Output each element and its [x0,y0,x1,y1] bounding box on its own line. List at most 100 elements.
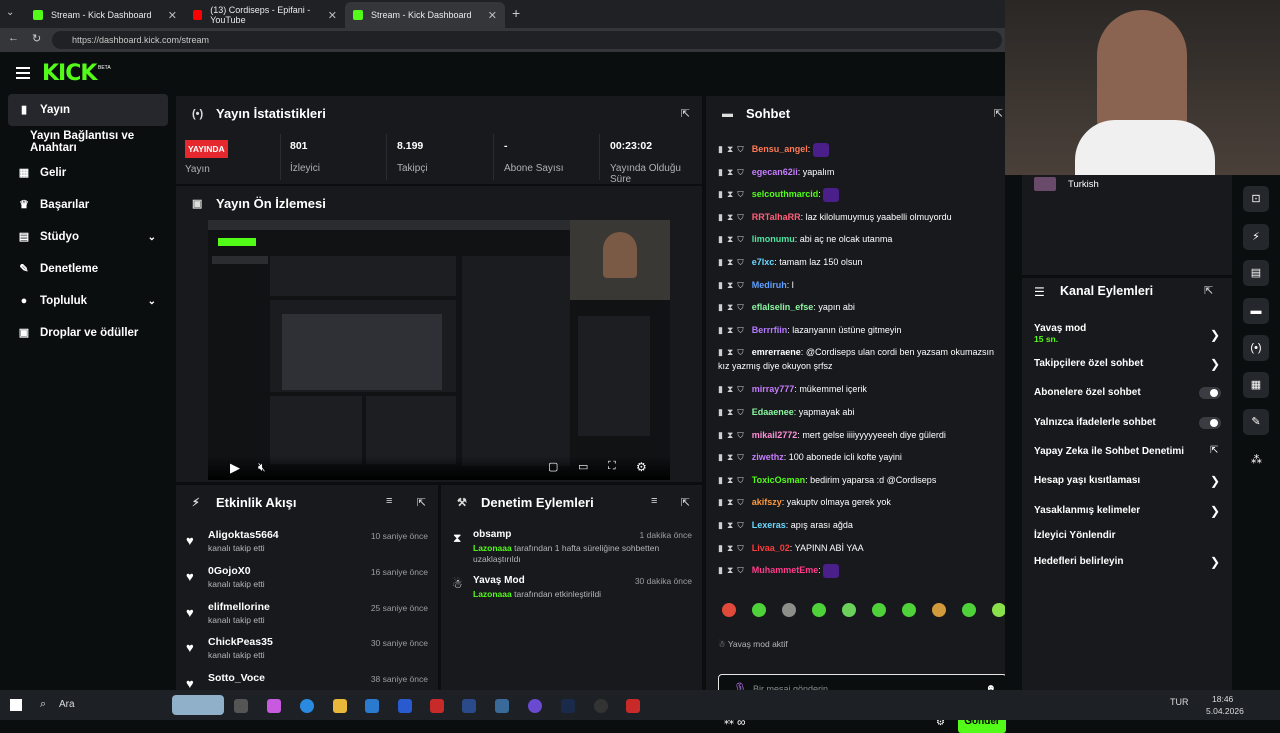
sidebar-item-droplar[interactable]: ▣ Droplar ve ödüller [8,317,168,349]
chat-username[interactable]: selcouthmarcid [752,189,819,199]
emote-icon[interactable] [962,603,976,617]
mod-action-icons[interactable]: ▮⧗⛉ [718,187,748,201]
acrobat-icon[interactable] [430,699,444,713]
steam-icon[interactable] [561,699,575,713]
action-slow-mode[interactable]: Yavaş mod 15 sn. [1034,323,1086,344]
reload-icon[interactable]: ↻ [32,32,41,45]
chat-username[interactable]: Bensu_angel [752,144,808,154]
chat-bubble-icon[interactable]: ▬ [1243,298,1269,324]
notes-icon[interactable]: ▤ [1243,260,1269,286]
chevron-right-icon[interactable]: ❯ [1210,474,1220,488]
url-field[interactable]: https://dashboard.kick.com/stream [52,31,1002,49]
sidebar-item-basarilar[interactable]: ♛ Başarılar [8,189,168,221]
moderator-name[interactable]: Lazonaaa [473,543,512,553]
meta-icon[interactable] [462,699,476,713]
chevron-right-icon[interactable]: ❯ [1210,555,1220,569]
mod-action-icons[interactable]: ▮⧗⛉ [718,165,748,179]
tab-list-icon[interactable]: ⌄ [6,7,14,18]
wrench-icon[interactable]: ✎ [1243,409,1269,435]
stream-video-player[interactable]: ▶ 🔇︎ ▢ ▭ ⛶ ⚙︎ [208,220,670,480]
emote-icon[interactable] [812,603,826,617]
taskbar-date[interactable]: 5.04.2026 [1206,706,1244,716]
activity-username[interactable]: Sotto_Voce [208,672,265,684]
subscribers-only-toggle[interactable] [1199,387,1221,399]
mod-action-icons[interactable]: ▮⧗⛉ [718,210,748,224]
weather-widget[interactable] [172,695,224,715]
bolt-icon[interactable]: ⚡︎ [1243,224,1269,250]
browser-tab-3[interactable]: Stream - Kick Dashboard ✕ [345,2,505,28]
external-link-icon[interactable]: ⇱ [1210,445,1218,456]
taskbar-language[interactable]: TUR [1170,697,1189,707]
activity-username[interactable]: ChickPeas35 [208,636,273,648]
kick-logo[interactable]: KICK [42,61,97,86]
mod-action-icons[interactable]: ▮⧗⛉ [718,300,748,314]
emote-icon[interactable] [872,603,886,617]
mod-action-icons[interactable]: ▮⧗⛉ [718,450,748,464]
chat-username[interactable]: e7lxc [752,257,775,267]
action-account-age[interactable]: Hesap yaşı kısıtlaması [1034,475,1140,486]
filter-icon[interactable]: ≡ [386,495,392,507]
chat-username[interactable]: mikail2772 [752,430,798,440]
mod-action-icons[interactable]: ▮⧗⛉ [718,278,748,292]
emote-icon[interactable] [752,603,766,617]
broadcast-icon[interactable]: (•) [1243,335,1269,361]
play-icon[interactable]: ▶ [230,460,240,476]
menu-icon[interactable] [16,67,30,79]
activity-username[interactable]: elifmellorine [208,601,270,613]
chat-username[interactable]: RRTalhaRR [752,212,801,222]
emote-icon[interactable] [992,603,1006,617]
mod-action-icons[interactable]: ▮⧗⛉ [718,541,748,555]
emote-icon[interactable] [902,603,916,617]
chat-username[interactable]: limonumu [752,234,795,244]
taskbar-search[interactable]: Ara [59,699,75,710]
chat-username[interactable]: Berrrfiin [752,325,788,335]
moderator-name[interactable]: Lazonaaa [473,589,512,599]
popout-icon[interactable]: ⇱ [994,107,1003,120]
record-icon[interactable]: ⊡ [1243,186,1269,212]
search-icon[interactable]: ⌕ [40,698,46,711]
emotes-only-toggle[interactable] [1199,417,1221,429]
activity-username[interactable]: Aligoktas5664 [208,529,279,541]
sidebar-item-gelir[interactable]: ▦ Gelir [8,157,168,189]
chat-username[interactable]: akifszy [752,497,782,507]
chevron-right-icon[interactable]: ❯ [1210,328,1220,342]
new-tab-button[interactable]: + [512,5,520,21]
action-goals[interactable]: Hedefleri belirleyin [1034,556,1123,567]
chat-username[interactable]: eflalselin_efse [752,302,814,312]
settings-icon[interactable]: ⚙︎ [636,460,647,474]
emote-icon[interactable] [842,603,856,617]
close-tab-icon[interactable]: ✕ [488,9,497,22]
action-followers-only[interactable]: Takipçilere özel sohbet [1034,358,1143,369]
back-icon[interactable]: ← [8,32,19,44]
app-icon[interactable] [495,699,509,713]
chat-username[interactable]: MuhammetEme [752,565,819,575]
filter-icon[interactable]: ≡ [651,495,657,507]
chat-username[interactable]: ziwethz [752,452,784,462]
chat-username[interactable]: emrerraene [752,347,801,357]
chat-username[interactable]: Mediruh [752,280,787,290]
emote-icon[interactable] [722,603,736,617]
browser-tab-1[interactable]: Stream - Kick Dashboard ✕ [25,2,185,28]
action-raid[interactable]: İzleyici Yönlendir [1034,530,1116,541]
moderation-icon[interactable]: ▦ [1243,372,1269,398]
browser-tab-2[interactable]: (13) Cordiseps - Epifani - YouTube ✕ [185,2,345,28]
obs-icon[interactable] [594,699,608,713]
theater-icon[interactable]: ▭ [578,460,588,473]
mod-action-icons[interactable]: ▮⧗⛉ [718,255,748,269]
mod-action-icons[interactable]: ▮⧗⛉ [718,428,748,442]
emote-icon[interactable] [782,603,796,617]
mod-action-icons[interactable]: ▮⧗⛉ [718,323,748,337]
app-icon[interactable] [626,699,640,713]
fullscreen-icon[interactable]: ⛶ [608,460,616,473]
mod-action-icons[interactable]: ▮⧗⛉ [718,405,748,419]
chat-username[interactable]: ToxicOsman [752,475,805,485]
copilot-icon[interactable] [267,699,281,713]
close-tab-icon[interactable]: ✕ [168,9,177,22]
mod-action-icons[interactable]: ▮⧗⛉ [718,232,748,246]
outlook-icon[interactable] [398,699,412,713]
mod-action-icons[interactable]: ▮⧗⛉ [718,142,748,156]
chat-username[interactable]: Livaa_02 [752,543,790,553]
explorer-icon[interactable] [333,699,347,713]
chevron-right-icon[interactable]: ❯ [1210,357,1220,371]
chevron-right-icon[interactable]: ❯ [1210,504,1220,518]
